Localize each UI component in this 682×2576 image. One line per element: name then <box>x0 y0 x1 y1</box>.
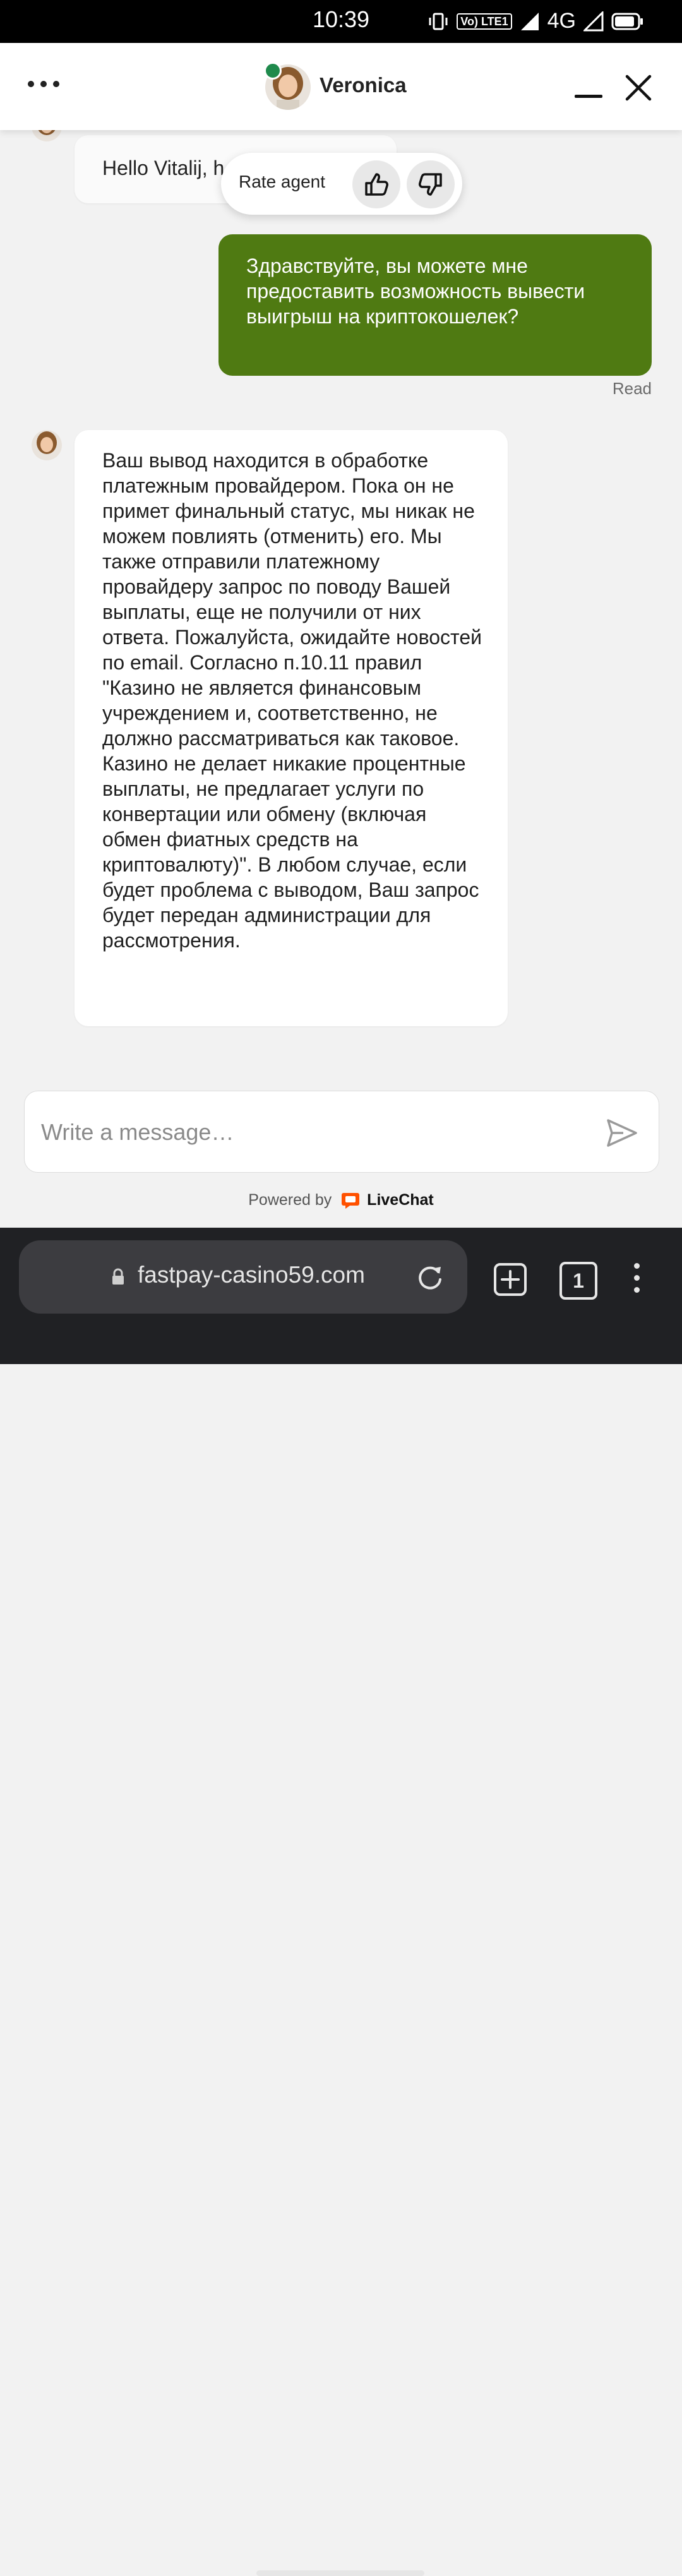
chat-header: Veronica <box>0 43 682 130</box>
thumbs-down-icon <box>419 173 442 196</box>
outgoing-message: Здравствуйте, вы можете мне предоставить… <box>218 234 652 376</box>
incoming-message: Ваш вывод находится в обработке платежны… <box>75 430 508 1026</box>
more-options-icon[interactable] <box>634 1263 640 1293</box>
online-status-dot <box>264 62 282 80</box>
minimize-icon[interactable] <box>575 95 602 98</box>
network-type: 4G <box>547 9 576 33</box>
thumbs-up-icon <box>365 173 388 196</box>
address-bar[interactable]: fastpay-casino59.com <box>19 1240 467 1314</box>
home-indicator[interactable] <box>256 2570 424 2576</box>
close-icon[interactable] <box>624 73 653 102</box>
vibrate-icon <box>429 13 448 30</box>
agent-avatar-small <box>32 430 62 460</box>
message-input[interactable] <box>40 1113 585 1152</box>
lock-icon <box>112 1268 124 1285</box>
browser-toolbar: fastpay-casino59.com 1 <box>0 1228 682 2576</box>
thumbs-up-button[interactable] <box>352 160 400 208</box>
menu-icon[interactable] <box>28 81 59 87</box>
powered-by[interactable]: Powered by LiveChat <box>0 1191 682 1209</box>
volte-badge: Vo) LTE1 <box>457 13 512 30</box>
message-text: Ваш вывод находится в обработке платежны… <box>102 449 482 952</box>
agent-name: Veronica <box>320 73 407 97</box>
agent-avatar-small <box>32 130 62 141</box>
reload-icon[interactable] <box>416 1263 445 1292</box>
new-tab-icon[interactable] <box>493 1262 528 1297</box>
status-icons: Vo) LTE1 4G <box>428 9 644 33</box>
status-bar: 10:39 Vo) LTE1 4G <box>0 0 682 43</box>
powered-by-label: Powered by <box>248 1191 332 1209</box>
signal-icon <box>520 12 539 30</box>
send-icon[interactable] <box>604 1115 640 1151</box>
livechat-logo-icon <box>342 1193 360 1209</box>
message-text: Hello Vitalij, h <box>102 157 225 179</box>
signal-icon-2 <box>583 11 604 31</box>
battery-icon <box>611 13 643 30</box>
thumbs-down-button[interactable] <box>407 160 455 208</box>
powered-by-brand: LiveChat <box>367 1191 434 1209</box>
tab-switcher-button[interactable]: 1 <box>559 1262 597 1300</box>
rate-agent-label: Rate agent <box>239 172 325 191</box>
chat-messages[interactable]: Hello Vitalij, h Rate agent Здравствуйте… <box>0 130 682 1077</box>
message-text: Здравствуйте, вы можете мне предоставить… <box>246 255 585 328</box>
rate-agent-popup: Rate agent <box>221 153 462 215</box>
url-text: fastpay-casino59.com <box>138 1262 365 1288</box>
message-composer <box>24 1091 659 1173</box>
read-receipt: Read <box>612 379 652 398</box>
